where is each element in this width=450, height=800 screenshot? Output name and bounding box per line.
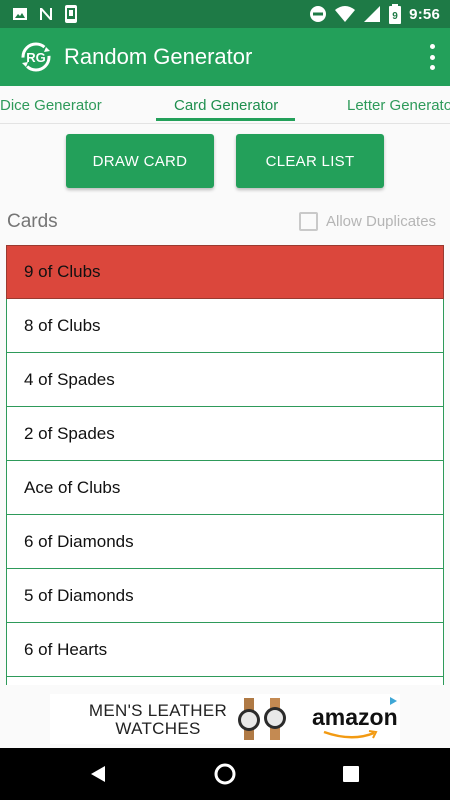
tab-letter-generator[interactable]: Letter Generator [347,97,450,114]
status-bar: 9 9:56 [0,0,450,28]
signal-icon [364,6,381,22]
list-item[interactable] [6,677,444,685]
allow-duplicates-option[interactable]: Allow Duplicates [299,212,436,231]
list-item[interactable]: 5 of Diamonds [6,569,444,623]
ad-headline: MEN'S LEATHER WATCHES [88,702,228,738]
battery-level: 9 [392,11,398,22]
cards-heading: Cards [7,211,58,232]
system-nav-bar [0,748,450,800]
more-vert-icon[interactable] [426,44,438,70]
watch-image-icon [238,698,286,740]
tab-card-generator[interactable]: Card Generator [174,97,278,114]
home-icon[interactable] [214,763,236,785]
card-list[interactable]: 9 of Clubs 8 of Clubs 4 of Spades 2 of S… [6,245,444,685]
n-icon [40,8,52,20]
list-item[interactable]: 8 of Clubs [6,299,444,353]
ad-banner[interactable]: MEN'S LEATHER WATCHES amazon [50,694,400,744]
amazon-smile-icon [323,730,378,739]
status-notifications [12,5,78,23]
wifi-icon [335,6,356,22]
clear-list-button[interactable]: CLEAR LIST [236,134,384,188]
app-bar: RG Random Generator [0,28,450,86]
list-item[interactable]: 4 of Spades [6,353,444,407]
recent-apps-icon[interactable] [343,766,359,782]
clock: 9:56 [409,5,440,23]
app-title: Random Generator [64,44,253,69]
tab-dice-generator[interactable]: Dice Generator [0,97,102,114]
ad-brand: amazon [312,704,398,730]
allow-duplicates-checkbox[interactable] [299,212,318,231]
tab-indicator [156,118,295,121]
app-logo-text: RG [26,50,46,65]
ad-choices-icon[interactable] [388,696,398,706]
draw-card-button[interactable]: DRAW CARD [66,134,214,188]
image-icon [13,8,27,20]
ad-line-1: MEN'S LEATHER [88,701,228,720]
ad-line-2: WATCHES [115,719,201,738]
list-item[interactable]: 2 of Spades [6,407,444,461]
status-system: 9 9:56 [309,4,440,24]
battery-icon: 9 [389,4,402,24]
list-item[interactable]: 6 of Hearts [6,623,444,677]
list-item[interactable]: Ace of Clubs [6,461,444,515]
list-item[interactable]: 9 of Clubs [6,245,444,299]
dnd-icon [310,6,327,22]
back-icon[interactable] [89,765,107,783]
list-item[interactable]: 6 of Diamonds [6,515,444,569]
app-logo-icon: RG [21,42,51,72]
allow-duplicates-label: Allow Duplicates [326,213,437,230]
phone-icon [65,5,77,23]
